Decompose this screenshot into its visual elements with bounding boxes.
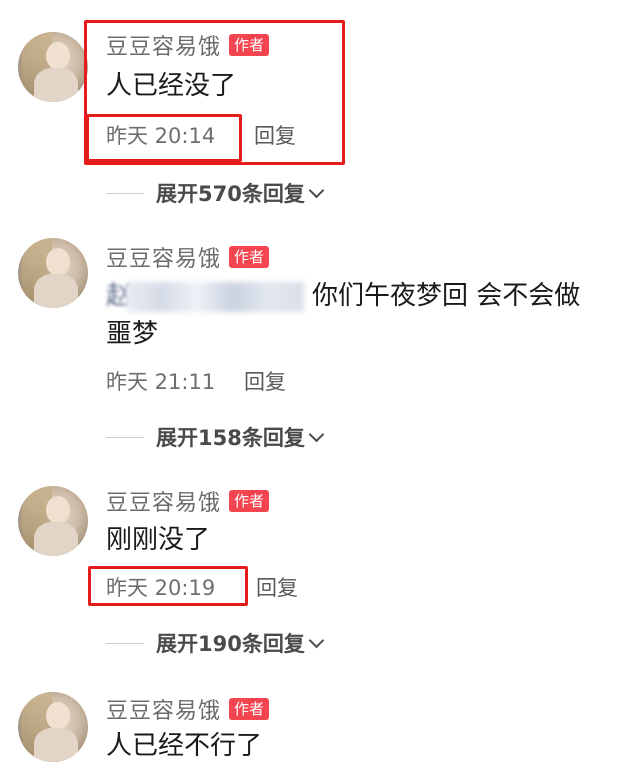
comment-text: 人已经不行了 [106, 731, 263, 761]
avatar-face [46, 496, 70, 524]
name-row: 豆豆容易饿 作者 [106, 241, 270, 273]
reply-button[interactable]: 回复 [244, 366, 286, 396]
reply-button[interactable]: 回复 [256, 572, 298, 602]
author-badge: 作者 [229, 490, 270, 512]
expand-replies-label: 展开190条回复 [156, 632, 305, 656]
divider-line [106, 436, 144, 438]
avatar[interactable] [18, 238, 88, 308]
expand-replies-label: 展开158条回复 [156, 426, 305, 450]
highlight-box-timestamp [86, 114, 242, 162]
expand-replies-label: 展开570条回复 [156, 182, 305, 206]
divider-line [106, 192, 144, 194]
avatar[interactable] [18, 32, 88, 102]
comment-text: 你们午夜梦回 会不会做 [312, 281, 581, 311]
timestamp: 昨天 21:11 [106, 370, 216, 394]
divider-line [106, 642, 144, 644]
meta-row: 昨天 21:11 回复 [106, 364, 286, 398]
avatar-face [46, 702, 70, 730]
avatar[interactable] [18, 692, 88, 762]
avatar-body [34, 274, 78, 308]
avatar-body [34, 728, 78, 762]
expand-replies-button[interactable]: 展开158条回复 [106, 422, 325, 452]
username[interactable]: 豆豆容易饿 [106, 241, 221, 273]
author-badge: 作者 [229, 698, 270, 720]
chevron-down-icon [308, 632, 325, 648]
avatar[interactable] [18, 486, 88, 556]
avatar-body [34, 68, 78, 102]
avatar-body [34, 522, 78, 556]
author-badge: 作者 [229, 246, 270, 268]
name-row: 豆豆容易饿 作者 [106, 485, 270, 517]
comment-text: 刚刚没了 [106, 525, 211, 555]
highlight-box-timestamp [88, 566, 248, 606]
chevron-down-icon [308, 426, 325, 442]
avatar-face [46, 42, 70, 70]
username[interactable]: 豆豆容易饿 [106, 485, 221, 517]
avatar-face [46, 248, 70, 276]
comment-text-line2: 噩梦 [106, 319, 159, 349]
expand-replies-button[interactable]: 展开570条回复 [106, 178, 325, 208]
chevron-down-icon [308, 182, 325, 198]
username[interactable]: 豆豆容易饿 [106, 693, 221, 725]
expand-replies-button[interactable]: 展开190条回复 [106, 628, 325, 658]
redacted-mention [126, 282, 304, 312]
name-row: 豆豆容易饿 作者 [106, 693, 270, 725]
